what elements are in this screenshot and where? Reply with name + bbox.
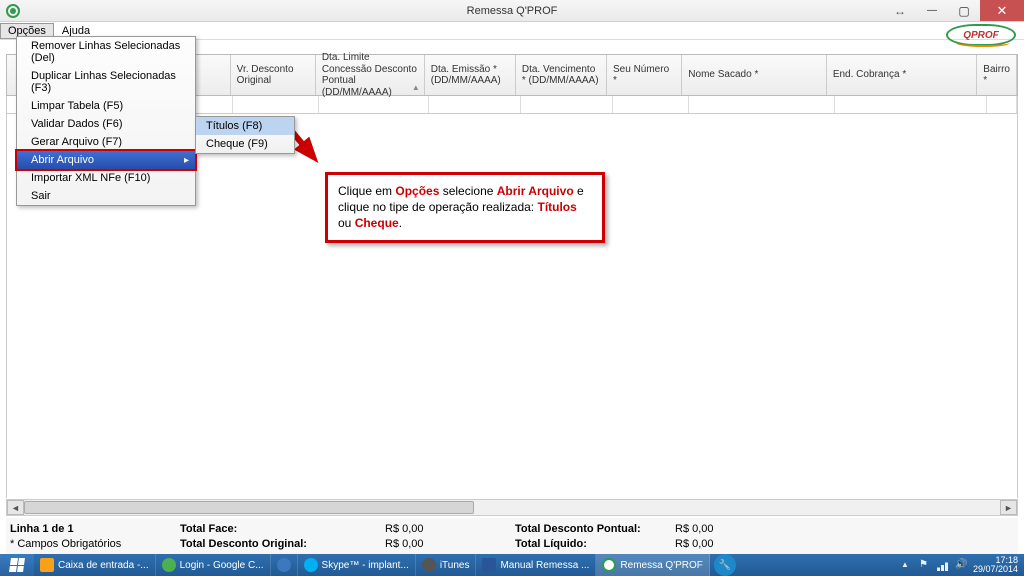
window-controls: ↔ <box>884 0 1024 21</box>
submenu-arrow-icon: ▸ <box>184 155 189 166</box>
menu-duplicar-linhas[interactable]: Duplicar Linhas Selecionadas (F3) <box>17 67 195 97</box>
total-desc-orig-value: R$ 0,00 <box>385 538 515 550</box>
total-liquido-value: R$ 0,00 <box>675 538 775 550</box>
submenu-titulos[interactable]: Títulos (F8) <box>196 117 294 135</box>
close-button[interactable] <box>980 0 1024 21</box>
menu-remover-linhas[interactable]: Remover Linhas Selecionadas (Del) <box>17 37 195 67</box>
col-dta-emissao[interactable]: Dta. Emissão * (DD/MM/AAAA) <box>425 55 516 95</box>
campos-obrigatorios-label: * Campos Obrigatórios <box>10 538 180 550</box>
taskbar-item-skype[interactable]: Skype™ - implant... <box>298 554 416 576</box>
taskbar-item-outlook[interactable]: Caixa de entrada -... <box>34 554 156 576</box>
col-end-cobranca[interactable]: End. Cobrança * <box>827 55 977 95</box>
taskbar-item-remessa-qprof[interactable]: Remessa Q'PROF <box>596 554 709 576</box>
col-dta-vencimento[interactable]: Dta. Vencimento * (DD/MM/AAAA) <box>516 55 607 95</box>
tray-volume-icon[interactable] <box>955 559 967 571</box>
scroll-left-button[interactable]: ◄ <box>7 500 24 515</box>
taskbar-item-explorer[interactable] <box>271 554 298 576</box>
scroll-thumb[interactable] <box>24 501 474 514</box>
col-vr-desconto-original[interactable]: Vr. Desconto Original <box>231 55 316 95</box>
window-title: Remessa Q'PROF <box>467 5 558 17</box>
scroll-right-button[interactable]: ► <box>1000 500 1017 515</box>
col-dta-limite-concessao[interactable]: Dta. Limite Concessão Desconto Pontual (… <box>316 55 425 95</box>
total-liquido-label: Total Líquido: <box>515 538 675 550</box>
menu-sair[interactable]: Sair <box>17 187 195 205</box>
total-desc-orig-label: Total Desconto Original: <box>180 538 307 550</box>
scroll-track[interactable] <box>24 500 1000 515</box>
taskbar-item-itunes[interactable]: iTunes <box>416 554 477 576</box>
menu-importar-xml[interactable]: Importar XML NFe (F10) <box>17 169 195 187</box>
menu-limpar-tabela[interactable]: Limpar Tabela (F5) <box>17 97 195 115</box>
status-footer: Linha 1 de 1 Total Face: R$ 0,00 Total D… <box>6 518 1018 554</box>
maximize-button[interactable] <box>948 0 980 21</box>
col-bairro[interactable]: Bairro * <box>977 55 1017 95</box>
minimize-button[interactable] <box>916 0 948 21</box>
total-face-label: Total Face: <box>180 523 237 535</box>
col-seu-numero[interactable]: Seu Número * <box>607 55 682 95</box>
total-desc-pontual-value: R$ 0,00 <box>675 523 775 535</box>
submenu-cheque[interactable]: Cheque (F9) <box>196 135 294 153</box>
brand-logo: QPROF <box>946 24 1016 46</box>
taskbar-item-word[interactable]: Manual Remessa ... <box>476 554 596 576</box>
line-info: Linha 1 de 1 <box>10 523 180 535</box>
tray-overflow-icon[interactable] <box>901 559 913 571</box>
menu-validar-dados[interactable]: Validar Dados (F6) <box>17 115 195 133</box>
windows-logo-icon <box>9 558 25 572</box>
horizontal-scrollbar[interactable]: ◄ ► <box>6 499 1018 516</box>
tray-network-icon[interactable] <box>937 559 949 571</box>
col-nome-sacado[interactable]: Nome Sacado * <box>682 55 827 95</box>
tray-clock[interactable]: 17:18 29/07/2014 <box>973 556 1018 575</box>
total-desc-pontual-label: Total Desconto Pontual: <box>515 523 675 535</box>
tray-action-center-icon[interactable] <box>919 559 931 571</box>
instruction-callout: Clique em Opções selecione Abrir Arquivo… <box>325 172 605 243</box>
system-tray: 17:18 29/07/2014 <box>895 556 1024 575</box>
taskbar-item-chrome[interactable]: Login - Google C... <box>156 554 271 576</box>
sort-asc-icon: ▲ <box>412 83 420 92</box>
taskbar-tools-icon[interactable] <box>714 554 736 576</box>
titlebar: Remessa Q'PROF ↔ <box>0 0 1024 22</box>
app-icon <box>6 4 20 18</box>
opcoes-dropdown: Remover Linhas Selecionadas (Del) Duplic… <box>16 36 196 206</box>
taskbar: Caixa de entrada -... Login - Google C..… <box>0 554 1024 576</box>
start-button[interactable] <box>0 554 34 576</box>
abrir-arquivo-submenu: Títulos (F8) Cheque (F9) <box>195 116 295 154</box>
menu-abrir-arquivo[interactable]: Abrir Arquivo▸ <box>15 149 197 171</box>
restore-down-icon[interactable]: ↔ <box>884 0 916 21</box>
total-face-value: R$ 0,00 <box>385 523 515 535</box>
